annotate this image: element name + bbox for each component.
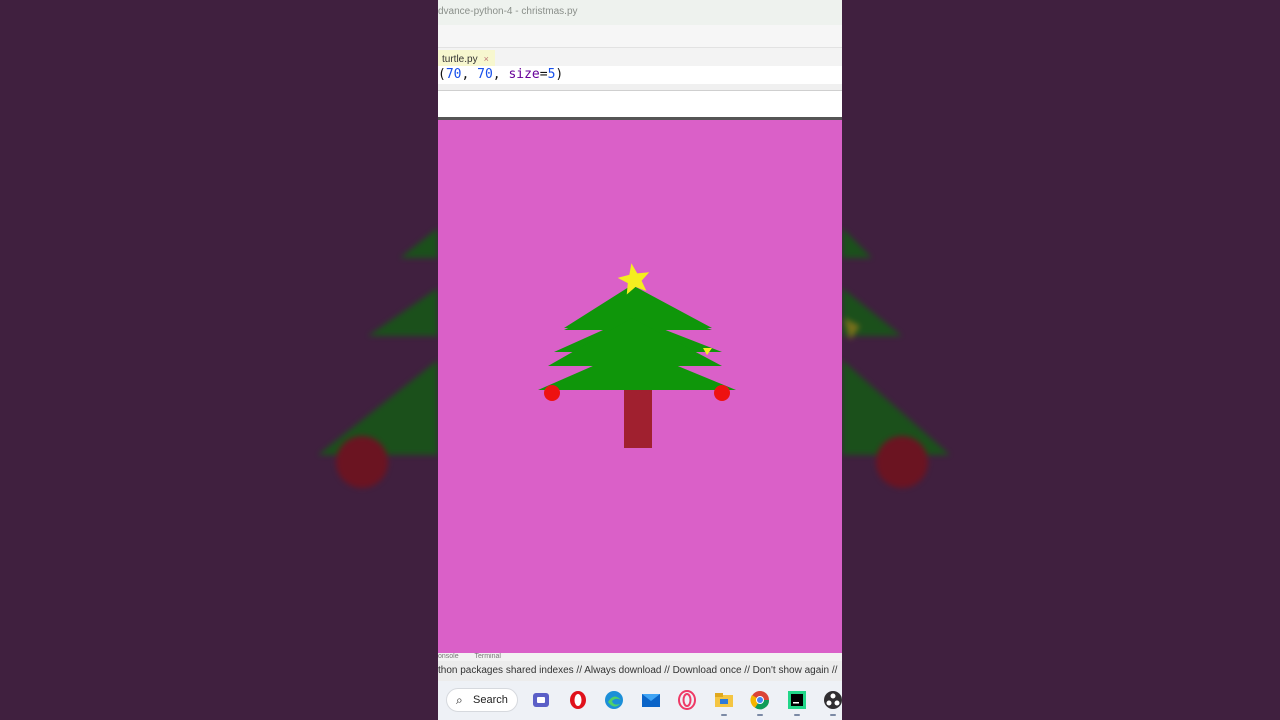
christmas-tree-drawing	[538, 263, 736, 448]
code-number: 70	[477, 67, 493, 82]
opera-gx-icon[interactable]	[677, 690, 697, 710]
pycharm-icon[interactable]	[787, 690, 807, 716]
code-token: =	[539, 67, 548, 82]
blurred-background-right	[842, 0, 1280, 720]
screen-recording-frame: dvance-python-4 - christmas.py turtle.py…	[438, 0, 842, 720]
tab-label: turtle.py	[442, 54, 478, 65]
mail-icon[interactable]	[641, 690, 661, 710]
code-token: ,	[492, 67, 509, 82]
edge-icon[interactable]	[604, 690, 624, 710]
tree-trunk	[624, 388, 652, 448]
ornament-right	[714, 385, 730, 401]
search-icon: ⌕	[456, 693, 463, 707]
file-explorer-icon[interactable]	[714, 690, 734, 716]
code-keyword: size	[508, 67, 540, 82]
obs-icon[interactable]	[823, 690, 842, 716]
opera-icon[interactable]	[568, 690, 588, 710]
close-icon[interactable]: ×	[484, 54, 489, 64]
ide-toolbar	[438, 25, 842, 48]
code-token: (	[438, 67, 446, 82]
teams-icon[interactable]	[531, 690, 551, 710]
editor-scroll-divider	[438, 84, 842, 91]
blurred-background-left	[0, 0, 438, 720]
tab-terminal[interactable]: Terminal	[474, 653, 500, 660]
code-token: ,	[461, 67, 478, 82]
code-line[interactable]: (70, 70, size=5)	[438, 66, 842, 83]
taskbar-search-box[interactable]: ⌕ Search	[446, 688, 518, 712]
shared-indexes-notification[interactable]: thon packages shared indexes // Always d…	[438, 661, 842, 681]
code-number: 70	[445, 67, 462, 82]
turtle-graphics-canvas	[438, 120, 842, 653]
tab-console[interactable]: onsole	[438, 653, 459, 660]
chrome-icon[interactable]	[750, 690, 770, 716]
search-label: Search	[473, 694, 508, 706]
windows-taskbar: ⌕ Search	[438, 681, 842, 720]
window-title: dvance-python-4 - christmas.py	[438, 6, 578, 17]
turtle-window-header	[438, 91, 842, 117]
window-titlebar: dvance-python-4 - christmas.py	[438, 0, 842, 26]
code-token: )	[555, 67, 564, 82]
ornament-left	[544, 385, 560, 401]
bottom-tool-tabs: onsole Terminal	[438, 653, 842, 661]
